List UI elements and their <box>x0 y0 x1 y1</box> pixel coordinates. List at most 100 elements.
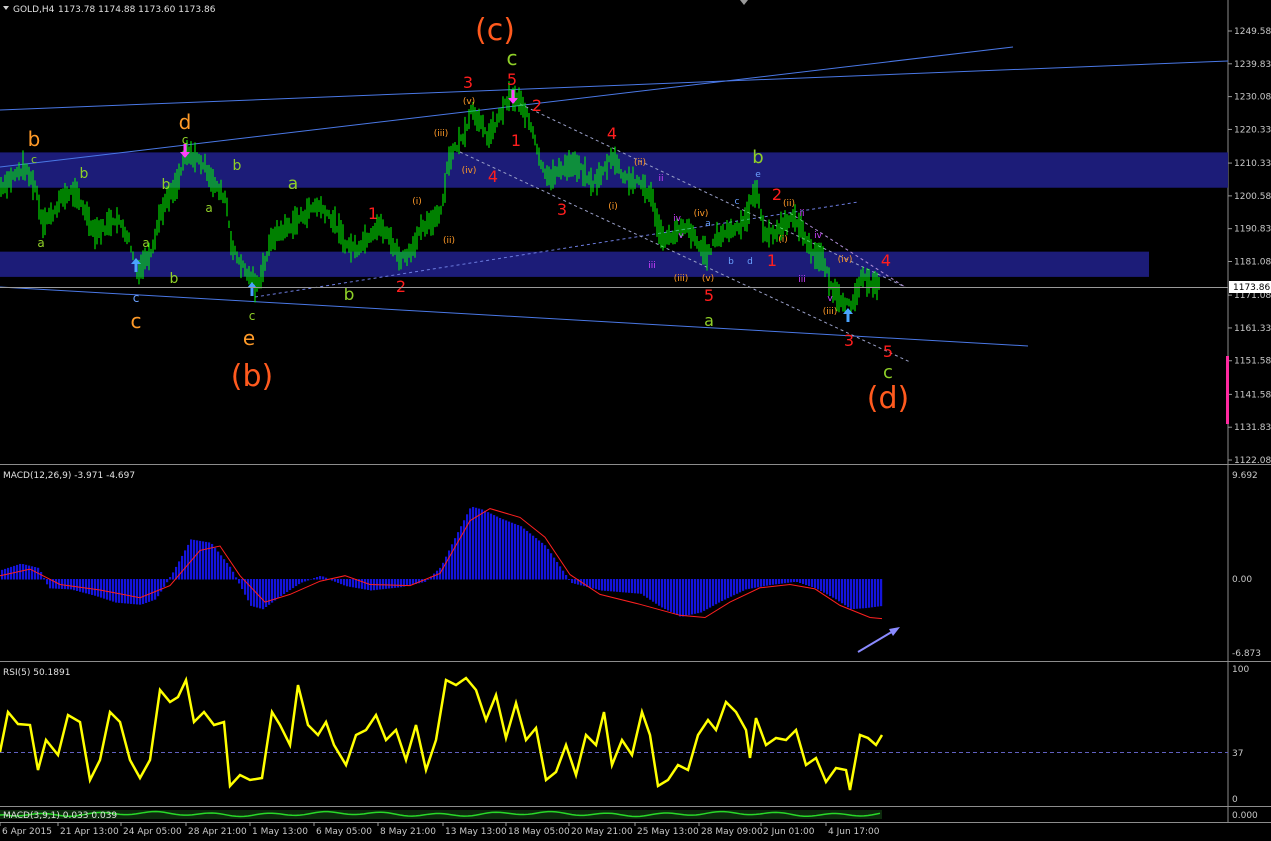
macd-bar <box>127 579 130 604</box>
macd-bar <box>109 579 112 601</box>
macd-bar <box>613 579 616 592</box>
macd-bar <box>442 562 445 580</box>
rsi-panel[interactable]: RSI(5) 50.1891 100 37 0 <box>0 665 1249 805</box>
macd-bar <box>658 579 661 606</box>
price-tick-label: 1210.33 <box>1234 159 1271 169</box>
macd-bar <box>265 579 268 607</box>
macd-bar <box>547 548 550 580</box>
macd-bar <box>856 579 859 609</box>
macd-bar <box>469 508 472 580</box>
macd-bar <box>877 579 880 607</box>
macd-bar <box>394 579 397 588</box>
wave-label: 4 <box>607 124 617 143</box>
macd-bar <box>538 540 541 580</box>
chart-window: (c)c3 5(v) 21(iii)(iv) 443(ii)ii(i)iv (iv)ii… <box>0 0 1271 837</box>
wave-label: b <box>28 127 41 151</box>
chevron-down-icon[interactable] <box>3 6 9 10</box>
macd-bar <box>496 516 499 580</box>
wave-label: (i) <box>778 235 788 245</box>
wave-label: 1 <box>511 131 521 150</box>
macd-bar <box>94 579 97 596</box>
macd-bar <box>157 579 160 597</box>
macd-bar <box>760 579 763 587</box>
wave-label: e <box>755 170 761 180</box>
macd-bar <box>565 575 568 580</box>
time-tick-label: 13 May 13:00 <box>445 827 507 837</box>
macd-bar <box>814 579 817 588</box>
wave-label: a <box>704 311 714 330</box>
macd-bar <box>481 509 484 580</box>
macd-bar <box>838 579 841 602</box>
macd-bar <box>862 579 865 609</box>
price-tick-label: 1249.58 <box>1234 27 1271 37</box>
price-tick-label: 1141.58 <box>1234 390 1271 400</box>
macd-bar <box>250 579 253 606</box>
macd-bar <box>229 566 232 580</box>
macd-bar <box>274 579 277 601</box>
macd-bar <box>685 579 688 616</box>
trendline <box>0 286 1029 347</box>
macd-bar <box>283 579 286 595</box>
macd-bar <box>727 579 730 599</box>
macd-bar <box>286 579 289 593</box>
macd-bar <box>385 579 388 589</box>
macd-bar <box>616 579 619 592</box>
macd-bar <box>391 579 394 589</box>
macd-bar <box>43 577 46 580</box>
price-tick-label: 1200.58 <box>1234 192 1271 202</box>
macd-bar <box>652 579 655 602</box>
macd-bar <box>445 556 448 580</box>
macd-panel[interactable]: MACD(12,26,9) -3.971 -4.697 9.692 0.00 -… <box>0 471 1261 659</box>
macd-bar <box>259 579 262 609</box>
rsi-tick-level: 37 <box>1232 749 1243 759</box>
price-tick-label: 1151.58 <box>1234 357 1271 367</box>
macd-bar <box>121 579 124 604</box>
macd-bar <box>202 541 205 580</box>
macd-bar <box>805 579 808 585</box>
wave-label: (ii) <box>634 158 646 168</box>
wave-label: a <box>288 174 298 194</box>
macd-bar <box>634 579 637 594</box>
bottom-tick: 0.000 <box>1232 811 1258 821</box>
macd-bar <box>871 579 874 608</box>
wave-label: 4 <box>488 167 498 186</box>
macd-bar <box>55 579 58 589</box>
macd-histogram <box>1 506 883 617</box>
wave-label: iv <box>814 231 823 241</box>
macd-bar <box>553 557 556 580</box>
macd-bar <box>151 579 154 601</box>
wave-label: c <box>31 153 37 166</box>
macd-bar <box>112 579 115 602</box>
macd-bar <box>70 579 73 590</box>
macd-bar <box>643 579 646 596</box>
price-tick-label: 1161.33 <box>1234 324 1271 334</box>
wave-label: iv <box>673 214 682 224</box>
macd-bar <box>103 579 106 599</box>
wave-label: c <box>735 197 740 207</box>
wave-label: c <box>182 133 189 147</box>
macd-bar <box>631 579 634 594</box>
bottom-indicator-panel[interactable]: MACD(3,9,1) 0.033 0.039 0.000 <box>0 810 1258 821</box>
macd-bar <box>148 579 151 602</box>
resistance-zone <box>0 152 1228 188</box>
price-panel[interactable]: (c)c3 5(v) 21(iii)(iv) 443(ii)ii(i)iv (iv)ii… <box>0 13 1228 416</box>
macd-bar <box>574 579 577 584</box>
macd-bar <box>226 562 229 580</box>
wave-label: 1 <box>767 251 777 270</box>
macd-bar <box>361 579 364 589</box>
macd-bar <box>715 579 718 605</box>
macd-bar <box>694 579 697 614</box>
macd-bar <box>556 561 559 580</box>
scroll-marker-icon[interactable] <box>740 0 748 5</box>
macd-bar <box>826 579 829 595</box>
macd-bar <box>874 579 877 607</box>
wave-label: b <box>233 158 242 174</box>
macd-bar <box>322 576 325 580</box>
macd-bar <box>181 555 184 580</box>
macd-bar <box>526 530 529 580</box>
macd-bar <box>550 553 553 580</box>
macd-bar <box>859 579 862 609</box>
macd-tick-zero: 0.00 <box>1232 575 1252 585</box>
wave-label: b <box>162 177 171 193</box>
rsi-line <box>0 675 884 791</box>
